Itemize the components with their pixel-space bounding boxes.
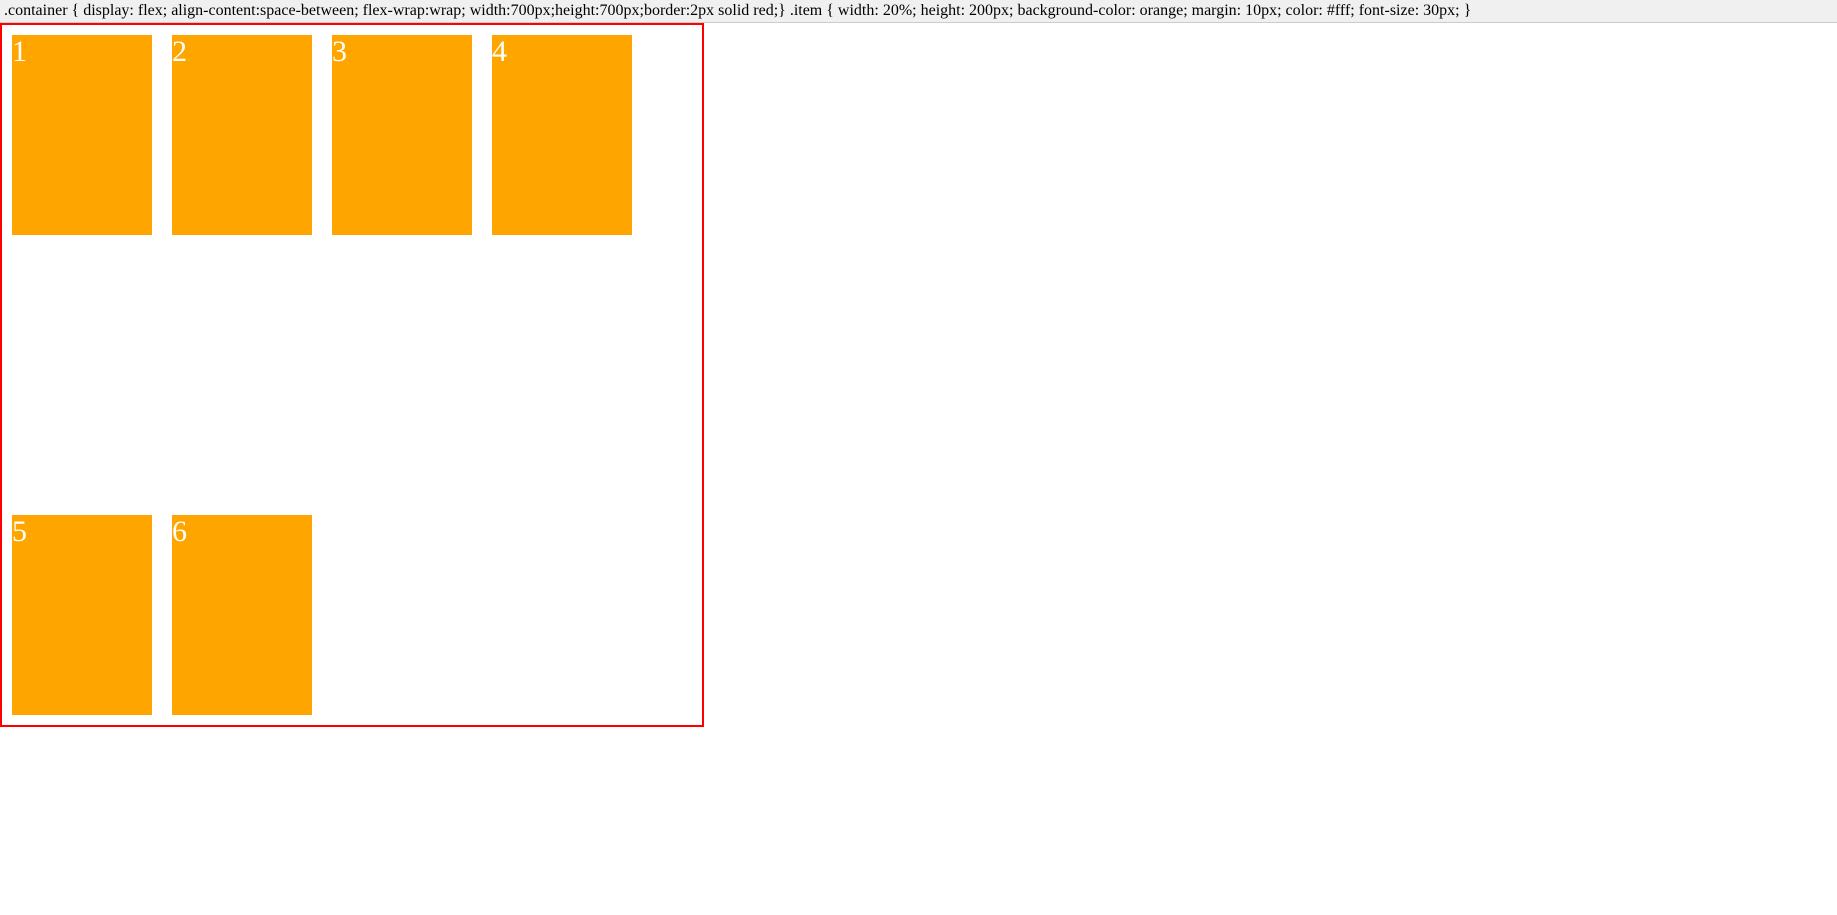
flex-item-2: 2 [172, 35, 312, 235]
flex-item-4: 4 [492, 35, 632, 235]
flex-item-1: 1 [12, 35, 152, 235]
flex-item-5: 5 [12, 515, 152, 715]
flex-container: 1 2 3 4 5 6 [0, 23, 704, 727]
flex-item-6: 6 [172, 515, 312, 715]
flex-item-3: 3 [332, 35, 472, 235]
css-code-display: .container { display: flex; align-conten… [0, 0, 1837, 23]
